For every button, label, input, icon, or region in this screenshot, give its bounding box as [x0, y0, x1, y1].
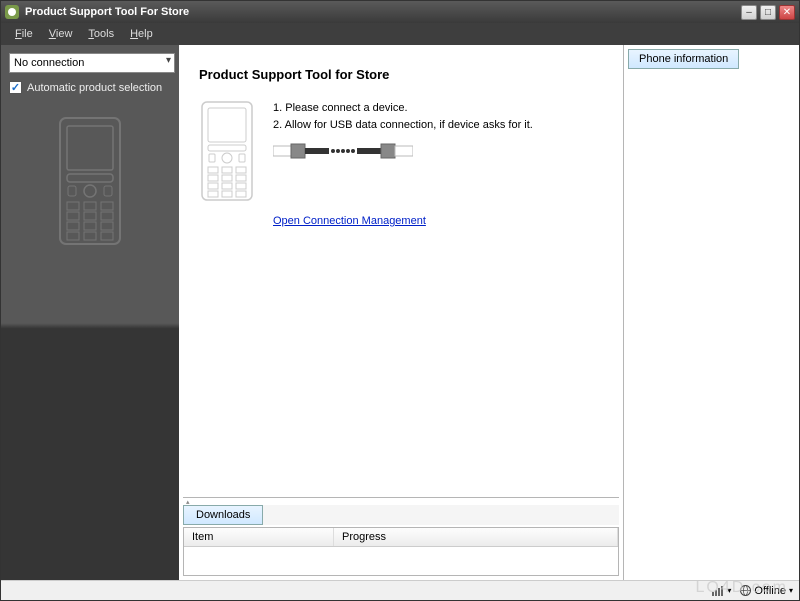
close-button[interactable]: ✕ [779, 5, 795, 20]
menu-view[interactable]: View [41, 25, 81, 43]
maximize-button[interactable]: □ [760, 5, 776, 20]
globe-icon [739, 585, 751, 597]
statusbar: ▾ Offline ▾ [1, 580, 799, 600]
column-header-item[interactable]: Item [184, 528, 334, 546]
phone-placeholder-icon [55, 116, 125, 249]
column-header-progress[interactable]: Progress [334, 528, 618, 546]
phone-small-icon [199, 100, 255, 205]
right-panel: Phone information [623, 45, 799, 580]
menu-tools[interactable]: Tools [80, 25, 122, 43]
auto-select-checkbox[interactable]: ✓ [9, 81, 22, 94]
status-offline-label: Offline [754, 585, 786, 597]
downloads-table-body [184, 547, 618, 575]
sidebar: ↻ ✓ Automatic product selection [1, 45, 179, 580]
main-content: Product Support Tool for Store [179, 45, 623, 497]
instruction-line: 1. Please connect a device. [273, 100, 533, 117]
connection-icon [712, 585, 724, 597]
auto-select-label: Automatic product selection [27, 82, 162, 94]
status-connection[interactable]: ▾ [712, 585, 731, 597]
window-title: Product Support Tool For Store [25, 6, 741, 18]
minimize-button[interactable]: – [741, 5, 757, 20]
status-offline[interactable]: Offline ▾ [739, 585, 793, 597]
downloads-panel: ▴ Downloads Item Progress [183, 497, 619, 580]
usb-cable-icon [273, 141, 533, 164]
panel-grip[interactable]: ▴ [183, 498, 619, 505]
connection-select[interactable] [9, 53, 175, 73]
instruction-line: 2. Allow for USB data connection, if dev… [273, 117, 533, 134]
titlebar: Product Support Tool For Store – □ ✕ [1, 1, 799, 23]
menu-help[interactable]: Help [122, 25, 161, 43]
tab-downloads[interactable]: Downloads [183, 505, 263, 525]
page-title: Product Support Tool for Store [199, 67, 607, 82]
open-connection-management-link[interactable]: Open Connection Management [273, 215, 426, 227]
menu-file[interactable]: File [7, 25, 41, 43]
tab-phone-information[interactable]: Phone information [628, 49, 739, 69]
menubar: File View Tools Help [1, 23, 799, 45]
app-icon [5, 5, 19, 19]
